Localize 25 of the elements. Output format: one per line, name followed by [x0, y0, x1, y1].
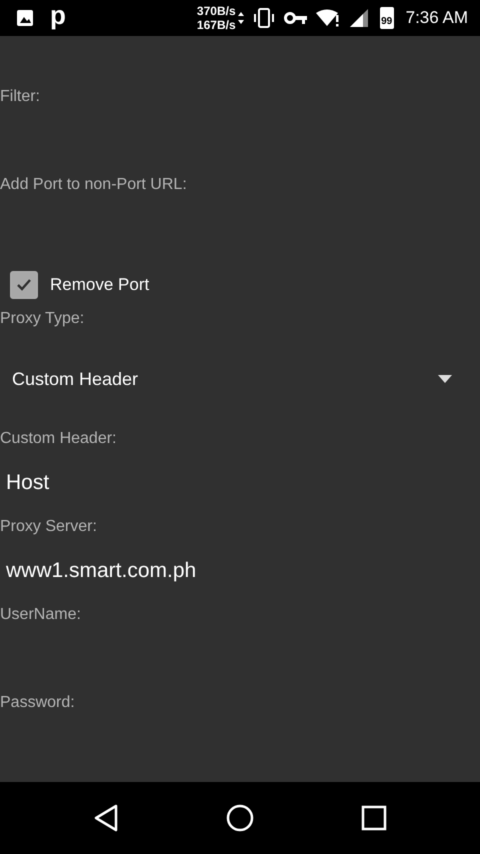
download-rate: 167B/s: [196, 18, 236, 32]
vibrate-icon: [252, 8, 276, 28]
checkbox[interactable]: [10, 271, 38, 299]
field-label: Custom Header:: [0, 429, 118, 449]
key-icon: [284, 11, 308, 25]
dropdown-arrow-icon: [438, 375, 452, 383]
dropdown[interactable]: Custom Header: [0, 330, 480, 428]
cell-signal-icon: [350, 9, 368, 27]
upload-rate: 370B/s: [196, 4, 236, 18]
image-icon: [16, 9, 34, 27]
recents-icon[interactable]: [360, 805, 387, 831]
checkbox-label[interactable]: Remove Port: [50, 275, 150, 295]
text-field[interactable]: Host: [0, 450, 480, 516]
app-notification-letter: p: [50, 2, 66, 28]
field-label: UserName:: [0, 605, 82, 625]
battery-level: 99: [381, 15, 392, 29]
field-label: Filter:: [0, 87, 41, 107]
field-label: Proxy Server:: [0, 517, 98, 537]
text-field[interactable]: www1.smart.com.ph: [0, 538, 480, 604]
field-label: Proxy Type:: [0, 309, 86, 329]
back-icon[interactable]: [93, 804, 120, 832]
clock-time: 7:36 AM: [406, 8, 468, 28]
home-icon[interactable]: [226, 804, 254, 832]
field-label: Add Port to non-Port URL:: [0, 175, 188, 195]
field-label: Password:: [0, 693, 76, 713]
